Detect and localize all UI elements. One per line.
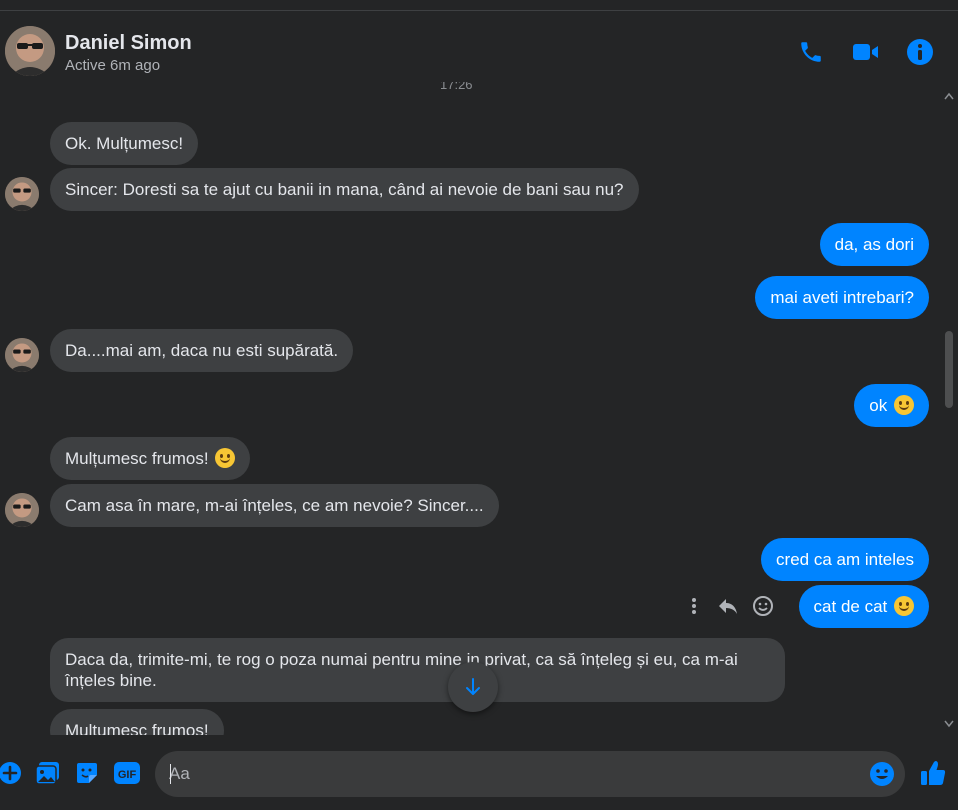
text-caret	[170, 764, 171, 784]
svg-text:GIF: GIF	[118, 769, 137, 781]
smiling-blush-emoji-icon	[215, 448, 236, 468]
message-input-wrapper	[155, 751, 905, 797]
plus-icon[interactable]	[0, 760, 23, 786]
more-options-icon[interactable]	[682, 594, 706, 618]
scroll-to-bottom-button[interactable]	[448, 662, 498, 712]
phone-icon[interactable]	[797, 38, 825, 66]
message-incoming[interactable]: Da....mai am, daca nu esti supărată.	[50, 329, 354, 372]
message-incoming[interactable]: Cam asa în mare, m-ai înțeles, ce am nev…	[50, 484, 499, 527]
message-outgoing[interactable]: ok	[854, 384, 929, 427]
sticker-icon[interactable]	[74, 760, 100, 786]
scrollbar[interactable]	[940, 88, 958, 738]
info-icon[interactable]	[906, 38, 934, 66]
contact-name[interactable]: Daniel Simon	[65, 32, 192, 55]
photo-icon[interactable]	[35, 760, 61, 786]
timestamp: 17:26	[440, 82, 473, 91]
message-incoming[interactable]: Daca da, trimite-mi, te rog o poza numai…	[50, 638, 785, 702]
reply-icon[interactable]	[716, 594, 740, 618]
video-camera-icon[interactable]	[852, 38, 880, 66]
scroll-down-arrow-icon[interactable]	[944, 720, 954, 728]
slight-smile-emoji-icon	[894, 596, 914, 616]
message-outgoing[interactable]: cred ca am inteles	[761, 538, 929, 581]
scroll-up-arrow-icon[interactable]	[944, 92, 954, 100]
emoji-picker-icon[interactable]	[869, 761, 895, 787]
contact-status: Active 6m ago	[65, 57, 161, 74]
sender-avatar[interactable]	[5, 493, 39, 527]
chat-header: Daniel Simon Active 6m ago	[0, 11, 958, 77]
thumbs-up-icon[interactable]	[918, 758, 948, 788]
message-outgoing[interactable]: mai aveti intrebari?	[755, 276, 929, 319]
message-actions	[682, 594, 778, 618]
gif-icon[interactable]: GIF	[112, 760, 142, 786]
message-list[interactable]: 17:26 Ok. Mulțumesc! Sincer: Doresti sa …	[0, 77, 940, 735]
message-input[interactable]	[169, 751, 859, 797]
message-incoming[interactable]: Ok. Mulțumesc!	[50, 122, 199, 165]
react-icon[interactable]	[751, 594, 775, 618]
message-outgoing[interactable]: cat de cat	[798, 585, 929, 628]
slight-smile-emoji-icon	[894, 395, 914, 415]
message-incoming[interactable]: Sincer: Doresti sa te ajut cu banii in m…	[50, 168, 639, 211]
sender-avatar[interactable]	[5, 177, 39, 211]
message-incoming[interactable]: Mulțumesc frumos!	[50, 437, 251, 480]
sender-avatar[interactable]	[5, 338, 39, 372]
contact-avatar[interactable]	[5, 26, 55, 76]
scrollbar-thumb[interactable]	[945, 331, 953, 408]
message-incoming[interactable]: Mulțumesc frumos!	[50, 709, 224, 735]
message-outgoing[interactable]: da, as dori	[819, 223, 929, 266]
arrow-down-icon	[466, 678, 480, 695]
composer: GIF	[0, 740, 958, 810]
